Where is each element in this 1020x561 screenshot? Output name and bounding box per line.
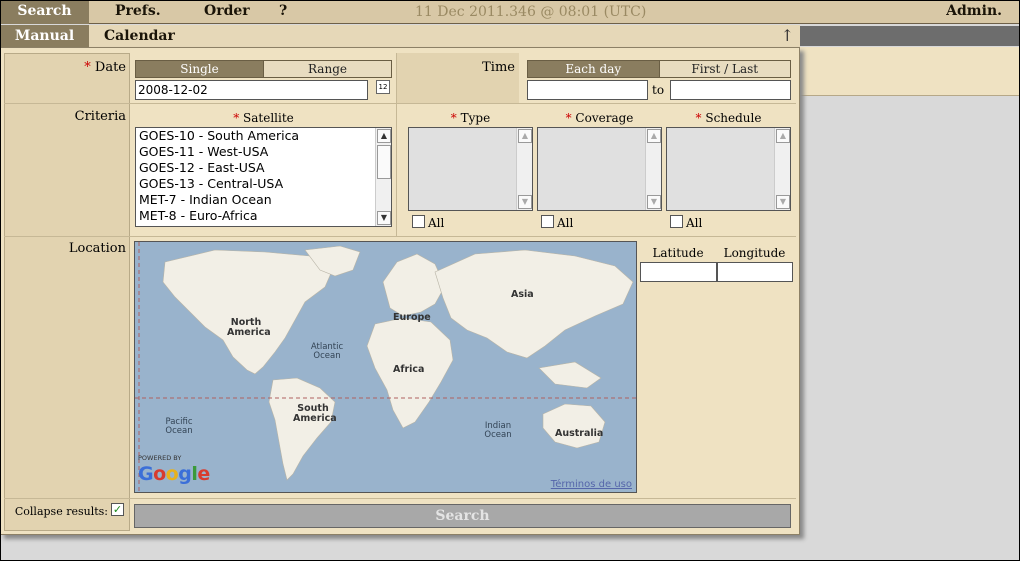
- schedule-label: * Schedule: [695, 111, 762, 125]
- results-header-bar: [800, 26, 1019, 46]
- collapse-panel-arrow-icon[interactable]: ↑: [781, 25, 794, 47]
- sub-nav: Manual Calendar ↑: [0, 25, 800, 47]
- coverage-label: * Coverage: [565, 111, 634, 125]
- type-listbox[interactable]: ▲ ▼: [408, 127, 533, 211]
- row-divider: [4, 103, 796, 104]
- criteria-label: Criteria: [74, 109, 126, 124]
- scroll-down-icon[interactable]: ▼: [518, 195, 532, 209]
- nav-prefs[interactable]: Prefs.: [115, 0, 161, 24]
- world-map-graphic: [135, 242, 636, 492]
- row-divider: [4, 498, 796, 499]
- label-north-america: North America: [227, 317, 271, 338]
- label-indian-ocean: Indian Ocean: [484, 421, 512, 440]
- collapse-results-checkbox[interactable]: ✓: [111, 503, 124, 516]
- satellite-listbox[interactable]: GOES-10 - South America GOES-11 - West-U…: [135, 127, 392, 227]
- time-to-label: to: [652, 83, 665, 97]
- coverage-all-label: All: [557, 216, 574, 230]
- satellite-option[interactable]: GOES-10 - South America: [136, 128, 391, 144]
- scroll-up-icon[interactable]: ▲: [518, 129, 532, 143]
- scroll-thumb[interactable]: [377, 145, 391, 179]
- label-australia: Australia: [555, 428, 604, 439]
- type-label: * Type: [450, 111, 491, 125]
- date-range-button[interactable]: Range: [263, 61, 391, 77]
- utc-clock: 11 Dec 2011.346 @ 08:01 (UTC): [415, 4, 647, 20]
- longitude-input[interactable]: [716, 262, 793, 282]
- tab-calendar[interactable]: Calendar: [104, 25, 175, 47]
- time-to-input[interactable]: [670, 80, 791, 100]
- latitude-label: Latitude: [652, 246, 704, 260]
- date-mode-toggle: Single Range: [135, 60, 392, 78]
- time-label: Time: [482, 60, 515, 75]
- southeast-asia-shape: [538, 361, 602, 389]
- schedule-all-label: All: [686, 216, 703, 230]
- row-divider: [4, 236, 796, 237]
- time-each-day-button[interactable]: Each day: [528, 61, 659, 77]
- search-button[interactable]: Search: [134, 504, 791, 528]
- coverage-scrollbar[interactable]: ▲ ▼: [645, 128, 661, 210]
- required-mark: *: [84, 60, 91, 75]
- label-africa: Africa: [393, 364, 425, 375]
- scroll-down-icon[interactable]: ▼: [377, 211, 391, 225]
- europe-shape: [382, 253, 446, 317]
- schedule-scrollbar[interactable]: ▲ ▼: [774, 128, 790, 210]
- type-all-checkbox[interactable]: [412, 215, 425, 228]
- time-mode-toggle: Each day First / Last: [527, 60, 791, 78]
- nav-order[interactable]: Order: [204, 0, 250, 24]
- scroll-up-icon[interactable]: ▲: [776, 129, 790, 143]
- type-all-label: All: [428, 216, 445, 230]
- map-terms-link[interactable]: Términos de uso: [551, 479, 632, 490]
- scroll-up-icon[interactable]: ▲: [647, 129, 661, 143]
- nav-help[interactable]: ?: [279, 0, 287, 24]
- satellite-scrollbar[interactable]: ▲ ▼: [375, 128, 391, 226]
- schedule-listbox[interactable]: ▲ ▼: [666, 127, 791, 211]
- schedule-all-checkbox[interactable]: [670, 215, 683, 228]
- label-pacific-ocean: Pacific Ocean: [165, 417, 193, 436]
- satellite-option[interactable]: GOES-12 - East-USA: [136, 160, 391, 176]
- satellite-option[interactable]: MET-8 - Euro-Africa: [136, 208, 391, 224]
- label-south-america: South America: [293, 403, 337, 424]
- top-nav: Search Prefs. Order ? 11 Dec 2011.346 @ …: [0, 0, 1020, 24]
- powered-by-label: POWERED BY: [138, 454, 182, 462]
- longitude-label: Longitude: [723, 246, 786, 260]
- label-asia: Asia: [511, 289, 534, 300]
- asia-shape: [434, 249, 634, 359]
- search-panel: * Date Single Range 2008-12-02 12 Time E…: [0, 47, 800, 535]
- scroll-down-icon[interactable]: ▼: [776, 195, 790, 209]
- date-input[interactable]: 2008-12-02: [135, 80, 368, 100]
- location-label: Location: [68, 241, 126, 256]
- satellite-option[interactable]: GOES-13 - Central-USA: [136, 176, 391, 192]
- nav-search[interactable]: Search: [0, 0, 89, 24]
- divider: [396, 104, 397, 236]
- coordinates-inputs: [640, 262, 793, 282]
- calendar-icon[interactable]: 12: [376, 80, 390, 94]
- date-single-button[interactable]: Single: [136, 61, 263, 77]
- tab-manual[interactable]: Manual: [0, 25, 89, 47]
- time-first-last-button[interactable]: First / Last: [658, 61, 790, 77]
- coverage-all-checkbox[interactable]: [541, 215, 554, 228]
- location-map[interactable]: North America South America Europe Africa …: [134, 241, 637, 493]
- satellite-option[interactable]: GOES-11 - West-USA: [136, 144, 391, 160]
- time-from-input[interactable]: [527, 80, 648, 100]
- date-label: * Date: [84, 60, 126, 75]
- scroll-up-icon[interactable]: ▲: [377, 129, 391, 143]
- label-atlantic-ocean: Atlantic Ocean: [310, 342, 344, 361]
- nav-admin[interactable]: Admin.: [946, 0, 1002, 24]
- collapse-results-label: Collapse results:: [14, 505, 108, 518]
- results-area: [800, 47, 1019, 96]
- scroll-down-icon[interactable]: ▼: [647, 195, 661, 209]
- label-europe: Europe: [393, 312, 431, 323]
- south-america-shape: [268, 377, 336, 481]
- label-column: [4, 53, 130, 531]
- satellite-label: * Satellite: [233, 111, 294, 125]
- coverage-listbox[interactable]: ▲ ▼: [537, 127, 662, 211]
- type-scrollbar[interactable]: ▲ ▼: [516, 128, 532, 210]
- google-logo: Google: [138, 463, 210, 485]
- latitude-input[interactable]: [640, 262, 717, 282]
- satellite-option[interactable]: MET-7 - Indian Ocean: [136, 192, 391, 208]
- australia-shape: [542, 403, 606, 449]
